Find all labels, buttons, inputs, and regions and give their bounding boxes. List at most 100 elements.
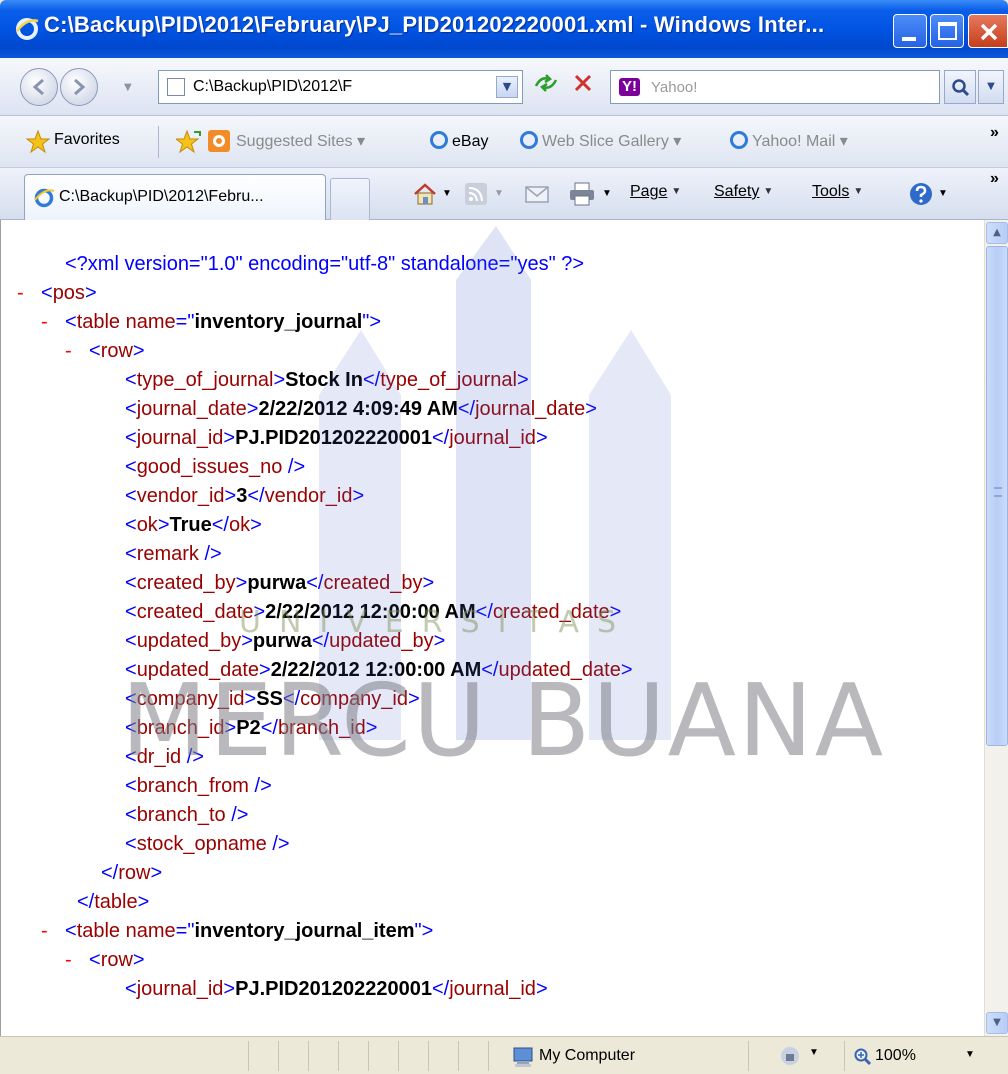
xml-tree: <?xml version="1.0" encoding="utf-8" sta… — [1, 250, 633, 1004]
stop-icon — [574, 74, 592, 92]
stop-button[interactable] — [568, 72, 598, 102]
toolbar-overflow-chevron[interactable]: » — [990, 170, 999, 188]
zoom-dropdown-icon[interactable]: ▼ — [965, 1049, 975, 1060]
feeds-icon[interactable] — [464, 182, 488, 206]
feeds-dropdown-icon[interactable]: ▼ — [494, 188, 504, 199]
xml-field: <updated_by>purwa</updated_by> — [125, 630, 446, 652]
xml-field: <remark /> — [125, 543, 222, 565]
xml-declaration: <?xml version="1.0" encoding="utf-8" sta… — [65, 253, 585, 275]
xml-row-close: </row> — [101, 862, 163, 884]
tab-label: C:\Backup\PID\2012\Febru... — [59, 188, 264, 205]
address-bar[interactable]: C:\Backup\PID\2012\F ▼ — [158, 70, 523, 104]
suggested-sites-icon — [208, 130, 230, 152]
close-icon — [980, 23, 998, 41]
xml-field: <created_date>2/22/2012 12:00:00 AM</cre… — [125, 601, 622, 623]
new-tab-button[interactable] — [330, 178, 370, 220]
yahoo-mail-link[interactable]: Yahoo! Mail ▾ — [730, 131, 848, 151]
status-pane — [308, 1041, 338, 1071]
search-icon — [952, 79, 970, 97]
ie-page-icon — [520, 131, 538, 149]
help-dropdown-icon[interactable]: ▼ — [938, 188, 948, 199]
refresh-icon — [534, 74, 558, 92]
collapse-toggle[interactable]: - — [65, 337, 72, 366]
minimize-icon — [902, 37, 916, 41]
zone-pane: My Computer — [488, 1041, 748, 1071]
zoom-pane[interactable]: 100% ▼ — [844, 1041, 1008, 1071]
collapse-toggle[interactable]: - — [41, 917, 48, 946]
minimize-button[interactable] — [893, 14, 927, 48]
ie-page-icon — [34, 188, 55, 208]
status-pane — [368, 1041, 398, 1071]
add-favorite-icon[interactable] — [176, 130, 202, 154]
search-button[interactable] — [944, 70, 976, 104]
ie-page-icon — [430, 131, 448, 149]
history-dropdown-icon[interactable]: ▼ — [124, 82, 132, 93]
command-bar: C:\Backup\PID\2012\Febru... ▼ ▼ ▼ Page ▼ … — [0, 168, 1008, 220]
read-mail-icon[interactable] — [524, 182, 550, 206]
close-button[interactable] — [968, 14, 1008, 48]
print-icon[interactable] — [568, 182, 596, 206]
status-pane — [398, 1041, 428, 1071]
page-menu[interactable]: Page ▼ — [630, 183, 681, 201]
search-box[interactable]: Y! Yahoo! — [610, 70, 940, 104]
forward-button[interactable] — [60, 68, 98, 106]
home-icon[interactable] — [412, 182, 438, 206]
refresh-button[interactable] — [530, 72, 562, 102]
favorites-button[interactable]: Favorites — [54, 131, 120, 149]
home-dropdown-icon[interactable]: ▼ — [442, 188, 452, 199]
maximize-button[interactable] — [930, 14, 964, 48]
address-input[interactable]: C:\Backup\PID\2012\F — [193, 78, 352, 96]
print-dropdown-icon[interactable]: ▼ — [602, 188, 612, 199]
address-dropdown-button[interactable]: ▼ — [496, 76, 518, 98]
back-button[interactable] — [20, 68, 58, 106]
tab-current[interactable]: C:\Backup\PID\2012\Febru... — [24, 174, 326, 220]
ie-page-icon — [730, 131, 748, 149]
computer-icon — [513, 1047, 533, 1067]
scroll-up-button[interactable]: ▲ — [986, 222, 1008, 244]
protected-mode-dropdown-icon[interactable]: ▼ — [809, 1047, 819, 1058]
xml-field: <journal_date>2/22/2012 4:09:49 AM</jour… — [125, 398, 597, 420]
page-icon — [167, 78, 185, 96]
status-pane — [278, 1041, 308, 1071]
xml-field: <branch_to /> — [125, 804, 249, 826]
protected-mode-pane[interactable]: ▼ — [748, 1041, 844, 1071]
xml-table-node[interactable]: - <table name="inventory_journal"> — [1, 308, 633, 337]
collapse-toggle[interactable]: - — [17, 279, 24, 308]
navigation-bar: ▼ C:\Backup\PID\2012\F ▼ Y! Yahoo! ▼ — [0, 58, 1008, 116]
safety-menu[interactable]: Safety ▼ — [714, 183, 773, 201]
favorites-overflow-chevron[interactable]: » — [990, 124, 999, 142]
maximize-icon — [938, 22, 957, 40]
xml-table-node[interactable]: - <table name="inventory_journal_item"> — [1, 917, 633, 946]
suggested-sites-link[interactable]: Suggested Sites ▾ — [236, 131, 365, 151]
search-options-dropdown[interactable]: ▼ — [978, 70, 1004, 104]
collapse-toggle[interactable]: - — [41, 308, 48, 337]
xml-field: <ok>True</ok> — [125, 514, 262, 536]
collapse-toggle[interactable]: - — [65, 946, 72, 975]
ebay-link[interactable]: eBay — [430, 131, 488, 151]
zoom-level: 100% — [875, 1047, 916, 1064]
scroll-thumb[interactable] — [986, 246, 1008, 746]
search-input[interactable]: Yahoo! — [651, 79, 697, 96]
favorites-star-icon — [26, 130, 50, 154]
xml-field: <dr_id /> — [125, 746, 204, 768]
status-pane — [338, 1041, 368, 1071]
protected-mode-icon — [781, 1047, 799, 1065]
xml-field: <created_by>purwa</created_by> — [125, 572, 435, 594]
xml-row-node[interactable]: - <row> — [1, 337, 633, 366]
document-view[interactable]: <?xml version="1.0" encoding="utf-8" sta… — [0, 220, 984, 1036]
vertical-scrollbar[interactable]: ▲ ▼ — [984, 220, 1008, 1036]
xml-field: <type_of_journal>Stock In</type_of_journ… — [125, 369, 529, 391]
xml-root-node[interactable]: - <pos> — [1, 279, 633, 308]
ie-logo-icon — [16, 18, 39, 40]
scroll-down-button[interactable]: ▼ — [986, 1012, 1008, 1034]
xml-field: <good_issues_no /> — [125, 456, 306, 478]
security-zone-label: My Computer — [539, 1047, 636, 1064]
xml-field: <branch_from /> — [125, 775, 272, 797]
scroll-grip — [994, 487, 1002, 497]
help-icon[interactable] — [908, 181, 934, 207]
web-slice-gallery-link[interactable]: Web Slice Gallery ▾ — [520, 131, 681, 151]
xml-field: <branch_id>P2</branch_id> — [125, 717, 378, 739]
tools-menu[interactable]: Tools ▼ — [812, 183, 863, 201]
xml-row-node[interactable]: - <row> — [1, 946, 633, 975]
separator — [158, 126, 159, 158]
